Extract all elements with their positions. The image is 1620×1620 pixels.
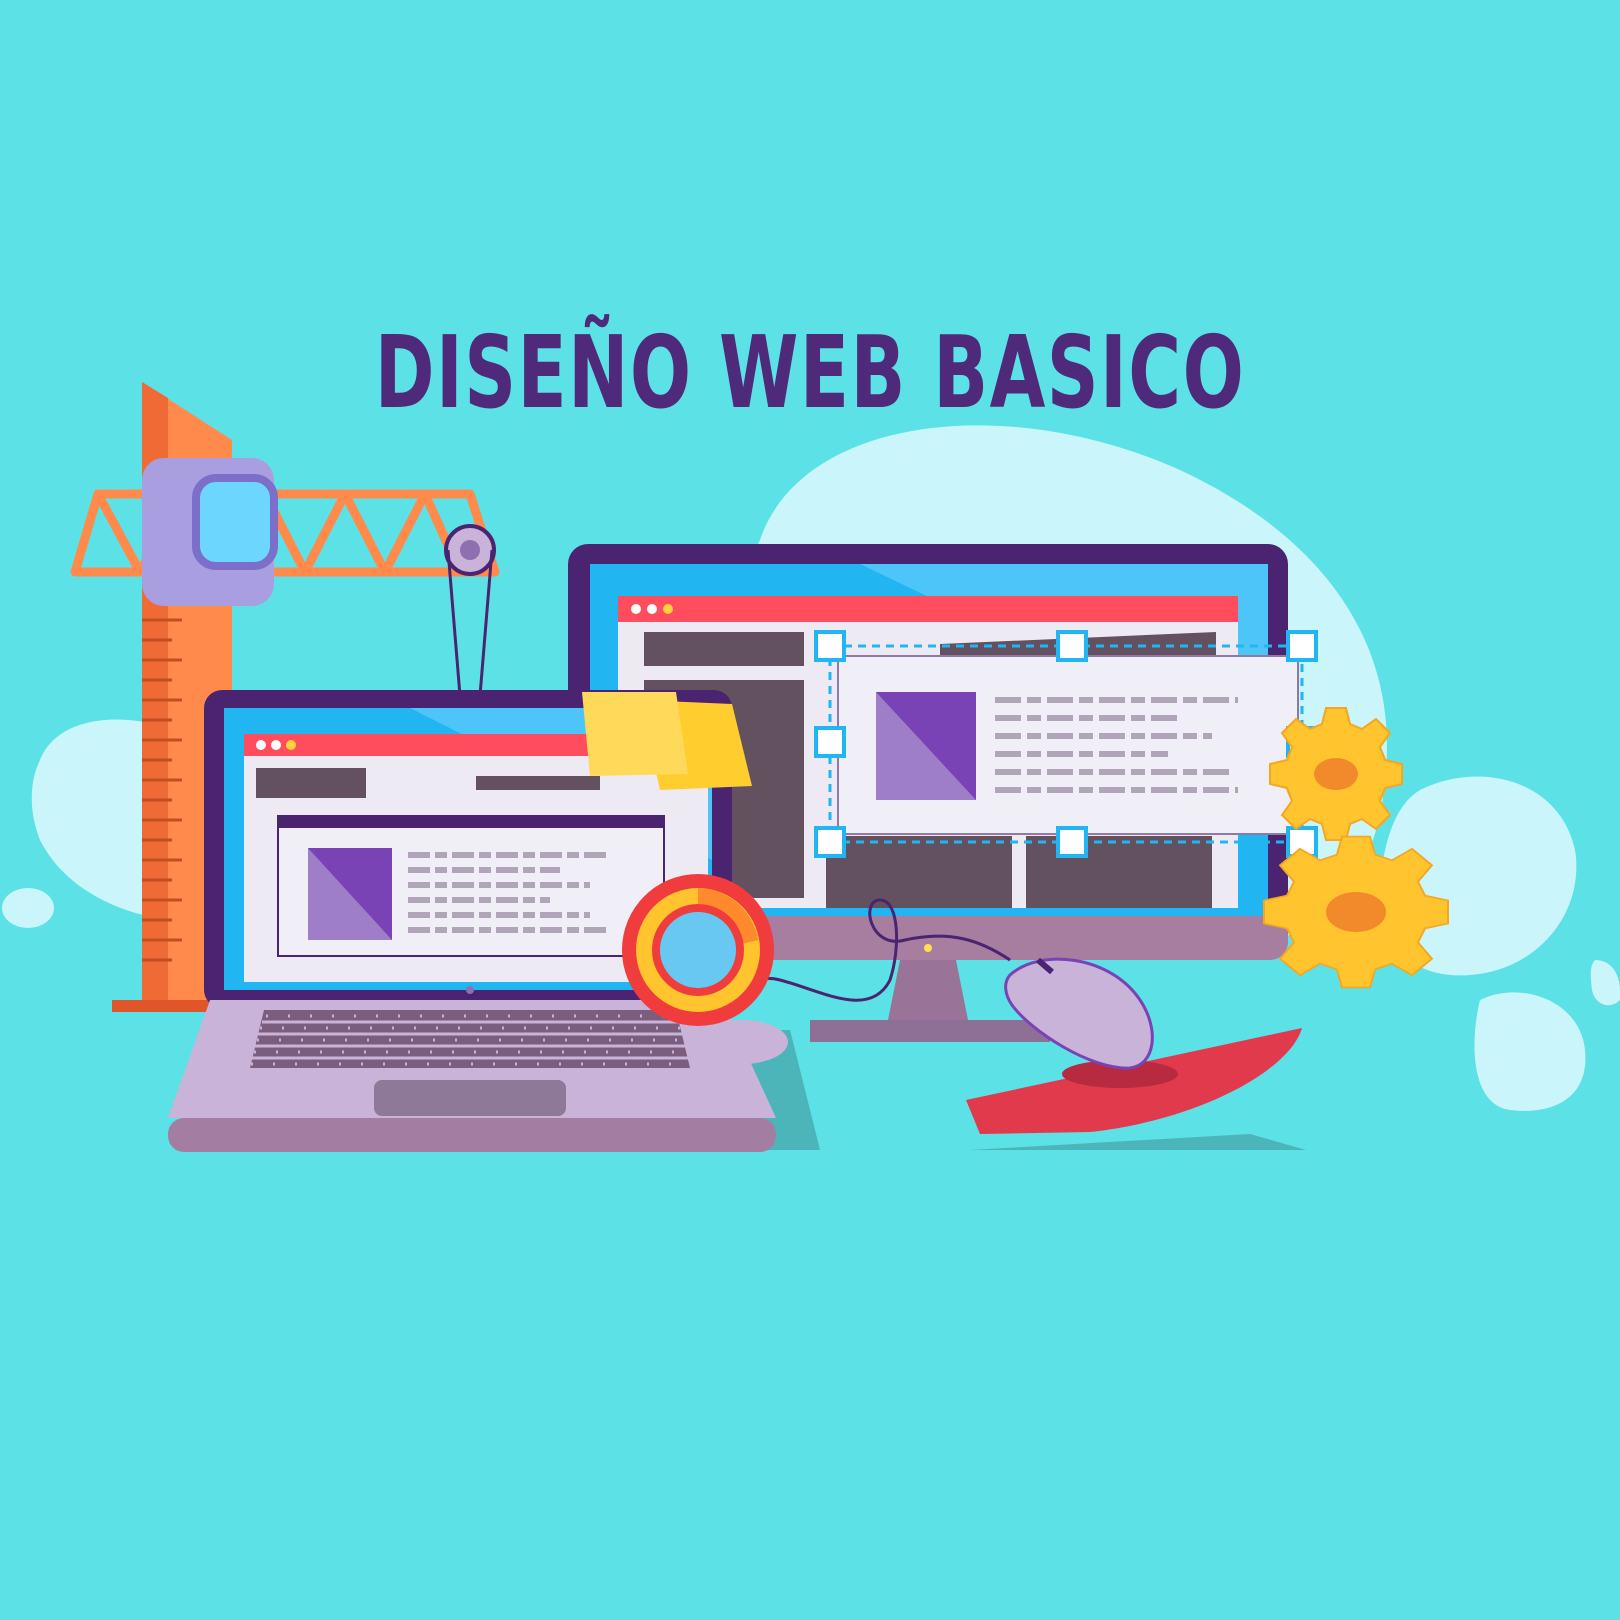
illustration xyxy=(2,382,1620,1152)
window-dot xyxy=(631,604,641,614)
crane-cabin-window xyxy=(192,474,278,570)
crane-base xyxy=(112,1000,222,1012)
crane-jib xyxy=(70,489,500,577)
gear-icon xyxy=(1263,835,1449,989)
window-dot xyxy=(663,604,673,614)
monitor-stand xyxy=(888,960,968,1020)
monitor-browser-bar xyxy=(618,596,1238,622)
poster: DISEÑO WEB BASICO xyxy=(0,0,1620,1620)
poster-title: DISEÑO WEB BASICO xyxy=(374,314,1246,431)
blob-right-bottom xyxy=(1474,992,1586,1111)
window-dot xyxy=(286,740,296,750)
blob-small-left xyxy=(2,888,54,928)
sticky-note-icon xyxy=(582,692,752,790)
monitor-foot xyxy=(810,1020,1050,1042)
window-dot xyxy=(647,604,657,614)
mouse-body xyxy=(1004,957,1154,1070)
gear-icon xyxy=(1269,707,1403,841)
laptop-keyboard xyxy=(250,1010,690,1068)
blob-edge-right xyxy=(1590,960,1620,1006)
window-dot xyxy=(271,740,281,750)
laptop-trackpad xyxy=(374,1080,566,1116)
window-dot xyxy=(256,740,266,750)
